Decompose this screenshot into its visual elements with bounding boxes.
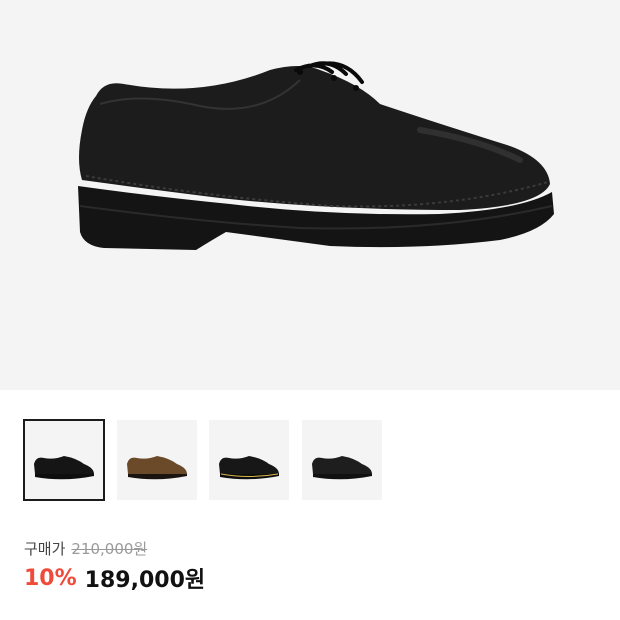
black-shoe-side-thumb-icon <box>312 456 372 480</box>
product-main-image[interactable] <box>0 0 620 390</box>
sale-price: 189,000원 <box>84 568 206 593</box>
original-price: 210,000원 <box>71 539 148 558</box>
thumbnail-1[interactable] <box>23 419 105 501</box>
black-shoe-thumb-icon <box>34 456 94 480</box>
purchase-price-label: 구매가 <box>24 539 66 558</box>
tan-shoe-thumb-icon <box>127 456 187 480</box>
yellow-stitch-shoe-thumb-icon <box>219 456 279 480</box>
price-label-row: 구매가 210,000원 <box>24 537 147 559</box>
discount-rate: 10% <box>24 565 77 591</box>
sale-price-row: 10% 189,000원 <box>24 562 205 594</box>
shoe-image <box>78 61 554 250</box>
thumbnail-4[interactable] <box>302 420 382 500</box>
thumbnail-2[interactable] <box>117 420 197 500</box>
thumbnail-3[interactable] <box>209 420 289 500</box>
